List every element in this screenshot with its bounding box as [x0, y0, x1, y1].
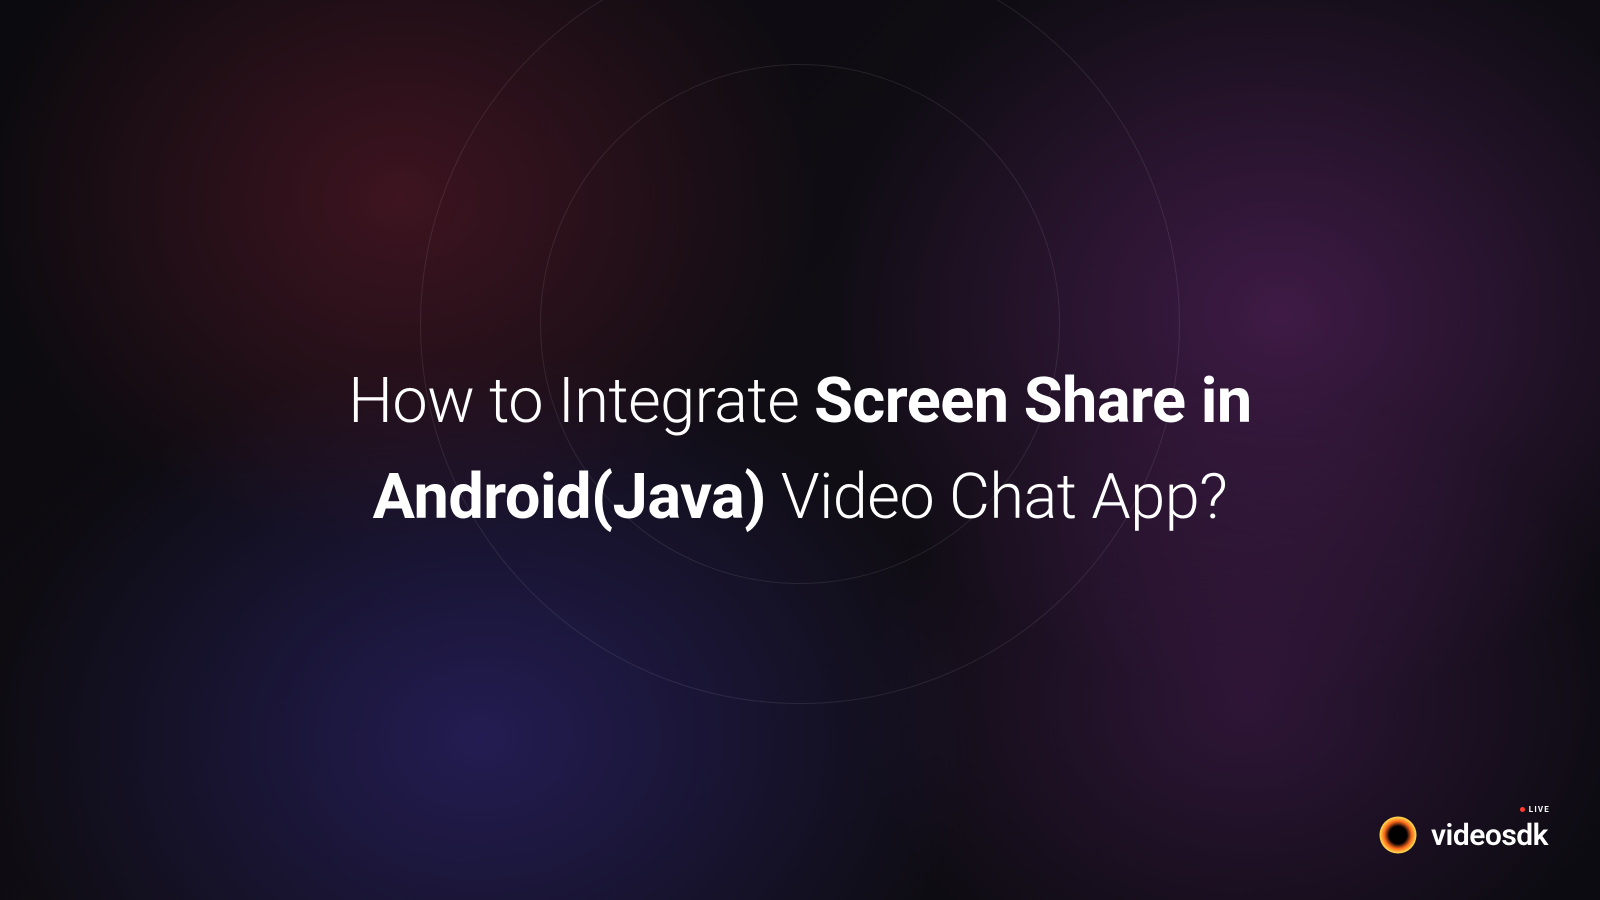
hero-title: How to Integrate Screen Share in Android…: [160, 354, 1440, 546]
brand-logo: videosdk LIVE: [1377, 814, 1548, 856]
title-seg-2: Video Chat App?: [766, 461, 1227, 534]
live-badge: LIVE: [1520, 805, 1550, 814]
title-seg-0: How to Integrate: [348, 365, 814, 438]
live-badge-text: LIVE: [1529, 805, 1550, 814]
live-dot-icon: [1520, 807, 1525, 812]
hero-content: How to Integrate Screen Share in Android…: [0, 0, 1600, 900]
videosdk-logo-icon: [1377, 814, 1419, 856]
brand-name: videosdk: [1431, 818, 1548, 853]
